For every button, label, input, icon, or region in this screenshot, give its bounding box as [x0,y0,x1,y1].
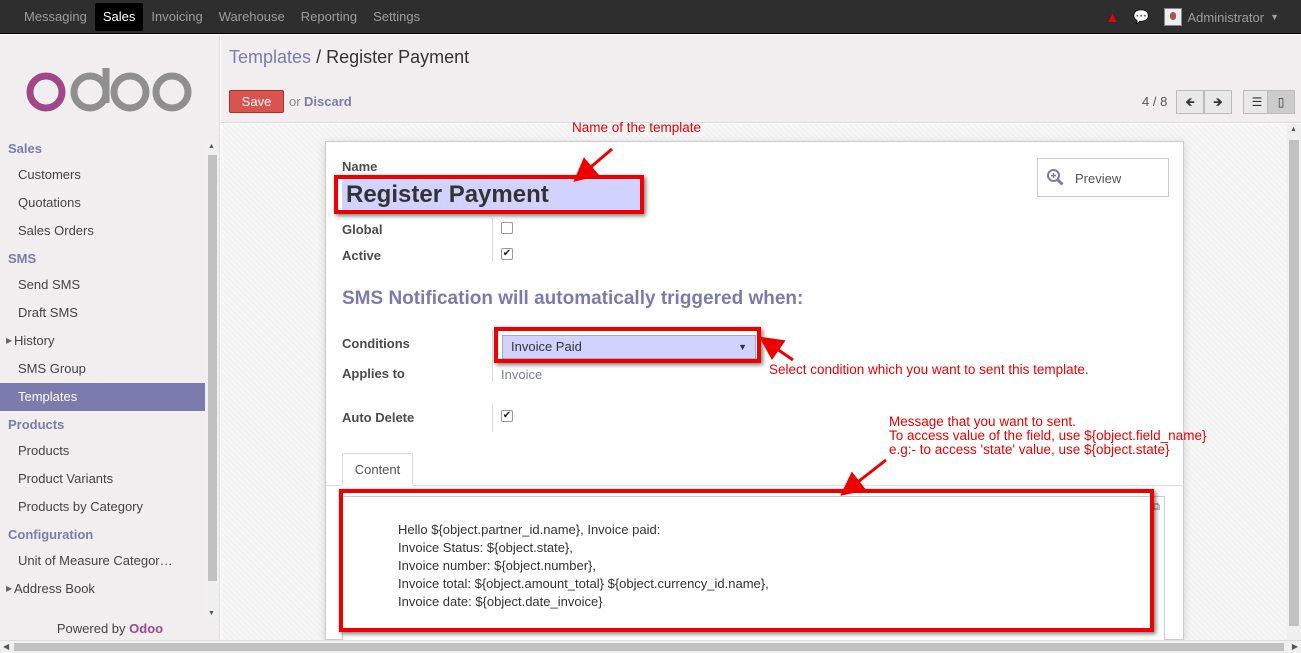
annotation-arrows [573,147,887,496]
